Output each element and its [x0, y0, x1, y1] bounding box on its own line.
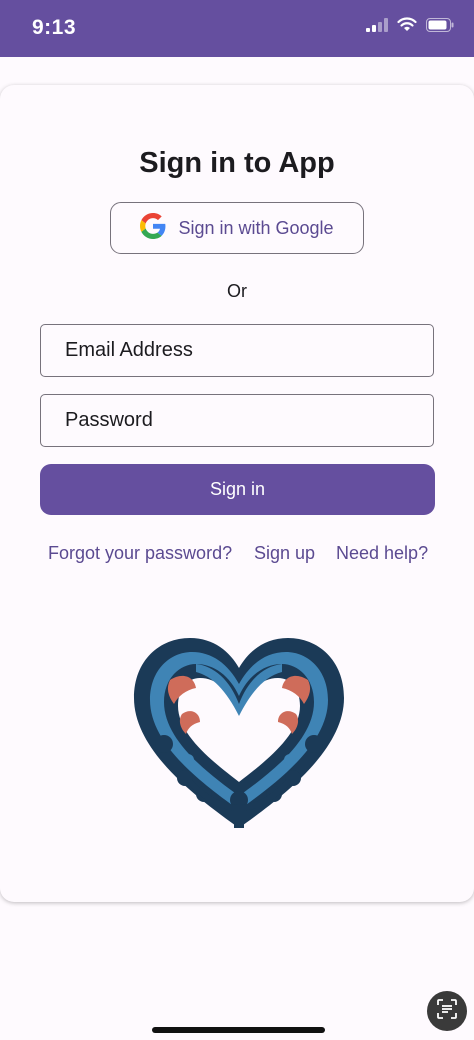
google-signin-label: Sign in with Google — [178, 217, 334, 238]
google-signin-button[interactable]: Sign in with Google — [110, 202, 364, 254]
signin-button[interactable]: Sign in — [40, 464, 435, 515]
google-g-icon — [140, 212, 166, 244]
signin-card: Sign in to App Sign in with Google Or Si… — [0, 85, 474, 902]
status-bar: 9:13 — [0, 0, 474, 57]
password-input[interactable] — [63, 408, 433, 433]
signal-icon — [366, 17, 388, 37]
forgot-password-link[interactable]: Forgot your password? — [48, 543, 232, 564]
text-scan-button[interactable] — [427, 991, 467, 1031]
battery-icon — [426, 17, 454, 37]
email-field[interactable] — [40, 324, 434, 377]
need-help-link[interactable]: Need help? — [336, 543, 428, 564]
page-title: Sign in to App — [139, 147, 335, 179]
status-icons — [366, 17, 454, 37]
wifi-icon — [397, 17, 417, 37]
email-input[interactable] — [63, 338, 433, 363]
status-time: 9:13 — [32, 16, 77, 39]
heart-community-logo — [130, 632, 348, 832]
home-indicator[interactable] — [152, 1027, 325, 1033]
auth-links: Forgot your password? Sign up Need help? — [0, 543, 474, 567]
sign-up-link[interactable]: Sign up — [254, 543, 315, 564]
text-scan-icon — [436, 998, 458, 1025]
or-divider-text: Or — [227, 281, 247, 301]
password-field[interactable] — [40, 394, 434, 447]
